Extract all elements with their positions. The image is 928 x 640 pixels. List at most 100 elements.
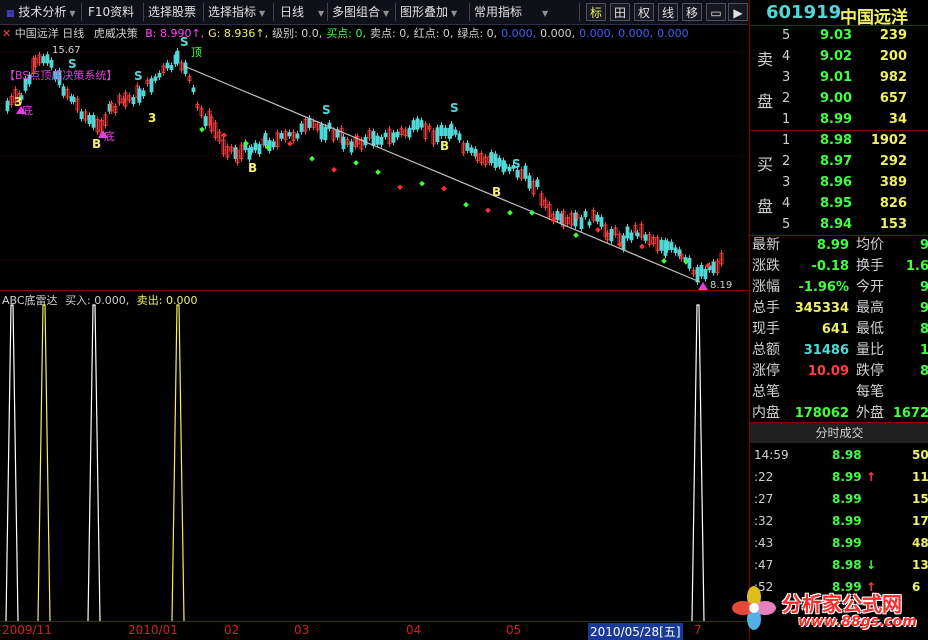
candle-body — [411, 120, 416, 130]
candle-body — [149, 78, 154, 93]
quote-row: 总手 345334 最高 9 — [750, 298, 928, 319]
sell-signal: S — [322, 103, 331, 117]
candle-body — [559, 213, 564, 224]
minimize-icon[interactable]: ▭ — [706, 3, 726, 21]
menu-multi-chart[interactable]: 多图组合 ▼ — [328, 3, 396, 21]
menu-common-indicators[interactable]: 常用指标 ▼ — [470, 3, 580, 21]
order-level: 4 — [782, 49, 791, 64]
order-book-row: 1 8.98 1902 — [750, 130, 928, 151]
menu-overlay[interactable]: 图形叠加 ▼ — [396, 3, 470, 21]
tool-button-mark[interactable]: 标 — [586, 3, 606, 21]
quote-value: -1.96% — [798, 280, 850, 295]
candle-body — [629, 232, 634, 241]
quote-label: 最高 — [856, 300, 884, 316]
candle-body — [583, 211, 588, 218]
candle-body — [45, 54, 50, 64]
trade-volume: 50 — [912, 448, 928, 462]
candle-body — [599, 217, 604, 227]
menu-technical-analysis[interactable]: ▦ 技术分析 ▼ — [2, 3, 82, 21]
quote-value: -0.18 — [811, 259, 849, 274]
order-level: 1 — [782, 112, 791, 127]
quote-value: 1.6 — [905, 259, 928, 274]
radar-spike — [87, 304, 101, 621]
quote-value: 8.99 — [816, 238, 849, 253]
watermark-url: www.88gs.com — [798, 614, 917, 630]
order-level: 2 — [782, 91, 791, 106]
watermark: 分析家公式网 www.88gs.com — [728, 578, 928, 639]
candle-body — [523, 165, 528, 179]
signal-dot — [353, 160, 359, 166]
quote-row: 涨跌 -0.18 换手 1.6 — [750, 256, 928, 277]
date-label: 2009/11 — [2, 623, 52, 637]
menu-select-stock[interactable]: 选择股票 — [144, 3, 204, 21]
quote-row: 现手 641 最低 8 — [750, 319, 928, 340]
order-book-row: 4 9.02 200 — [750, 46, 928, 67]
panel-toggle-icon[interactable]: ▶ — [728, 3, 748, 21]
order-volume: 982 — [879, 70, 907, 85]
quote-label: 最新 — [752, 237, 780, 253]
date-label: 03 — [294, 623, 310, 637]
tick-trades-header[interactable]: 分时成交 — [750, 423, 928, 443]
radar-spike — [691, 304, 705, 621]
order-book-row: 4 8.95 826 — [750, 193, 928, 214]
order-price: 8.96 — [820, 175, 853, 190]
radar-spike — [37, 304, 51, 621]
quote-label: 现手 — [752, 321, 780, 337]
order-book-row: 2 8.97 292 — [750, 151, 928, 172]
candle-body — [587, 221, 592, 226]
menu-label: F10资料 — [88, 5, 135, 19]
trade-row: :32 8.99 17 — [750, 510, 928, 532]
signal-dot — [661, 258, 667, 264]
candle-body — [515, 169, 520, 178]
candle-body — [169, 65, 174, 70]
order-level: 5 — [782, 28, 791, 43]
buy-signal: B — [248, 161, 257, 175]
menu-period[interactable]: 日线 ▼ — [274, 3, 328, 21]
radar-spike — [171, 304, 185, 621]
tool-button-grid[interactable]: 田 — [610, 3, 630, 21]
quote-label: 总额 — [752, 342, 780, 358]
order-price: 8.99 — [820, 112, 853, 127]
order-book-row: 1 8.99 34 — [750, 109, 928, 130]
tool-button-rights[interactable]: 权 — [634, 3, 654, 21]
candle-body — [407, 127, 412, 138]
order-volume: 1902 — [870, 133, 907, 148]
candle-body — [233, 147, 238, 159]
tool-button-line[interactable]: 线 — [658, 3, 678, 21]
trade-time: :43 — [754, 536, 774, 550]
quote-row: 涨停 10.09 跌停 8 — [750, 361, 928, 382]
candle-body — [419, 120, 424, 128]
candle-body — [137, 88, 142, 103]
order-price: 8.94 — [820, 217, 853, 232]
buy-signal: B — [440, 139, 449, 153]
candle-body — [249, 146, 254, 153]
sell-signal: S — [134, 69, 143, 83]
candle-body — [391, 132, 396, 143]
candle-body — [453, 129, 458, 135]
menu-select-indicator[interactable]: 选择指标 ▼ — [204, 3, 274, 21]
quote-row: 涨幅 -1.96% 今开 9 — [750, 277, 928, 298]
candlestick-chart[interactable]: ✕ 中国远洋 日线 虎威决策 B: 8.990↑, G: 8.936↑, 级别: 0… — [0, 24, 748, 291]
tool-button-move[interactable]: 移 — [682, 3, 702, 21]
abc-radar-chart[interactable]: ABC底雷达 买入: 0.000, 卖出: 0.000 — [0, 291, 748, 621]
dropdown-icon: ▼ — [69, 9, 76, 18]
trade-volume: 134 — [912, 558, 928, 572]
toolbar: ▦ 技术分析 ▼ F10资料 选择股票 选择指标 ▼ 日线 ▼ 多图组合 ▼ 图形叠加 ▼… — [0, 0, 748, 25]
bottom-label: 底 — [22, 104, 33, 117]
candle-body — [665, 241, 670, 251]
signal-dot — [331, 166, 337, 173]
candle-body — [341, 136, 346, 150]
menu-label: 常用指标 — [474, 5, 523, 19]
trade-volume: 11 — [912, 470, 928, 484]
order-price: 8.98 — [820, 133, 853, 148]
order-volume: 34 — [888, 112, 907, 127]
radar-plot — [5, 304, 705, 621]
quote-row: 总额 31486 量比 1 — [750, 340, 928, 361]
signal-dot — [397, 184, 403, 191]
order-volume: 389 — [879, 175, 907, 190]
quote-label: 今开 — [856, 279, 884, 295]
trade-price: 8.99 — [832, 470, 862, 484]
menu-f10[interactable]: F10资料 — [84, 3, 144, 21]
candle-body — [79, 111, 84, 120]
candle-body — [383, 132, 388, 138]
